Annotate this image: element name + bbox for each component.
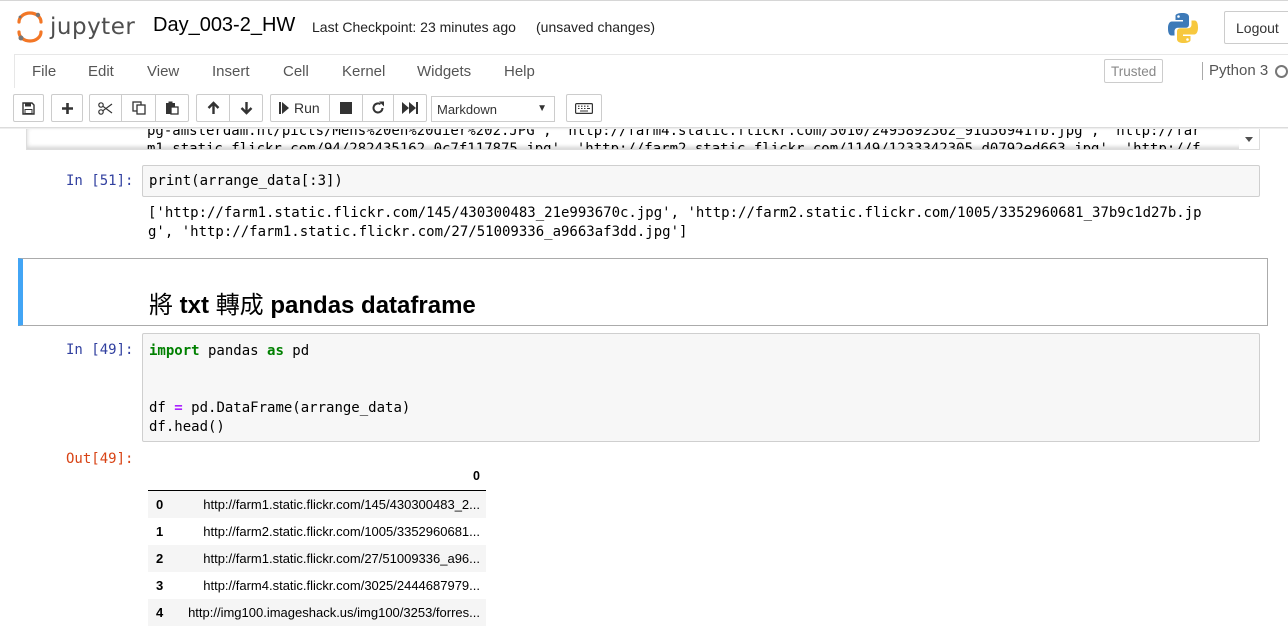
dataframe-row: 3 http://farm4.static.flickr.com/3025/24… xyxy=(148,572,486,599)
restart-kernel-button[interactable] xyxy=(362,94,394,122)
heading-text: txt xyxy=(179,292,210,319)
kernel-name: Python 3 xyxy=(1209,62,1269,79)
save-icon xyxy=(22,101,35,115)
output-line: m1.static.flickr.com/94/282435162_0c7f11… xyxy=(147,141,1201,150)
paste-icon xyxy=(166,101,179,115)
menu-help[interactable]: Help xyxy=(504,63,535,80)
menubar-container: File Edit View Insert Cell Kernel Widget… xyxy=(14,54,1288,88)
copy-button[interactable] xyxy=(121,94,156,122)
markdown-heading: 將 txt 轉成 pandas dataframe xyxy=(149,285,476,320)
logout-button[interactable]: Logout xyxy=(1224,11,1288,44)
dataframe-row: 2 http://farm1.static.flickr.com/27/5100… xyxy=(148,545,486,572)
scrolled-output-area[interactable]: pg-amsterdam.nl/picts/Mens%20en%20dier%2… xyxy=(26,129,1260,150)
dataframe-row: 4 http://img100.imageshack.us/img100/325… xyxy=(148,599,486,626)
menu-file[interactable]: File xyxy=(32,63,56,80)
row-value: http://farm2.static.flickr.com/1005/3352… xyxy=(203,524,480,539)
menu-edit[interactable]: Edit xyxy=(88,63,114,80)
run-button-label: Run xyxy=(294,100,320,116)
jupyter-logo-icon xyxy=(17,11,43,43)
caret-down-icon: ▼ xyxy=(537,103,547,114)
jupyter-logo[interactable]: jupyter xyxy=(16,11,135,43)
menubar: File Edit View Insert Cell Kernel Widget… xyxy=(0,54,1288,88)
fast-forward-icon xyxy=(402,102,418,114)
dataframe-row: 1 http://farm2.static.flickr.com/1005/33… xyxy=(148,518,486,545)
row-value: http://img100.imageshack.us/img100/3253/… xyxy=(188,605,480,620)
row-value: http://farm1.static.flickr.com/145/43030… xyxy=(203,497,480,512)
dataframe-row: 0 http://farm1.static.flickr.com/145/430… xyxy=(148,491,486,518)
run-button[interactable]: Run xyxy=(270,94,330,122)
input-prompt: In [49]: xyxy=(66,342,134,358)
stream-output-line: ['http://farm1.static.flickr.com/145/430… xyxy=(148,205,1202,221)
heading-text: pandas dataframe xyxy=(270,292,476,319)
header-bar: jupyter Day_003-2_HW Last Checkpoint: 23… xyxy=(0,0,1288,54)
output-prompt: Out[49]: xyxy=(66,451,134,467)
menu-kernel[interactable]: Kernel xyxy=(342,63,385,80)
row-index: 4 xyxy=(156,605,164,620)
menu-insert[interactable]: Insert xyxy=(212,63,250,80)
arrow-up-icon xyxy=(207,101,219,114)
code-line: df.head() xyxy=(149,419,225,435)
menu-cell[interactable]: Cell xyxy=(283,63,309,80)
row-value: http://farm1.static.flickr.com/27/510093… xyxy=(203,551,480,566)
paste-button[interactable] xyxy=(155,94,189,122)
code-cell-input[interactable]: import pandas as pd df = pd.DataFrame(ar… xyxy=(142,333,1260,442)
stream-output-line: g', 'http://farm1.static.flickr.com/27/5… xyxy=(148,224,688,240)
heading-text: 將 xyxy=(149,292,173,319)
copy-icon xyxy=(131,101,146,115)
notebook-name[interactable]: Day_003-2_HW xyxy=(153,14,295,37)
keyboard-icon xyxy=(575,102,593,114)
code-line: df = pd.DataFrame(arrange_data) xyxy=(149,400,411,416)
dataframe-header: 0 xyxy=(148,465,486,491)
kernel-idle-icon xyxy=(1275,65,1288,78)
arrow-down-icon xyxy=(240,102,252,115)
python-logo-icon xyxy=(1166,11,1200,50)
cut-button[interactable] xyxy=(89,94,122,122)
markdown-cell[interactable]: 將 txt 轉成 pandas dataframe xyxy=(18,258,1268,326)
move-down-button[interactable] xyxy=(229,94,263,122)
checkpoint-status: Last Checkpoint: 23 minutes ago xyxy=(312,19,516,35)
output-line: pg-amsterdam.nl/picts/Mens%20en%20dier%2… xyxy=(147,129,1201,139)
notebook-container[interactable]: pg-amsterdam.nl/picts/Mens%20en%20dier%2… xyxy=(0,129,1288,641)
plus-icon xyxy=(61,102,73,114)
save-button[interactable] xyxy=(13,94,44,122)
toolbar: Run xyxy=(0,88,1288,128)
jupyter-logo-text: jupyter xyxy=(50,14,136,40)
autosave-status: (unsaved changes) xyxy=(536,19,656,35)
refresh-icon xyxy=(372,101,384,114)
scroll-down-arrow-icon xyxy=(1245,137,1253,142)
output-scrollbar[interactable] xyxy=(1239,129,1259,149)
insert-cell-button[interactable] xyxy=(51,94,83,122)
row-value: http://farm4.static.flickr.com/3025/2444… xyxy=(203,578,480,593)
stop-icon xyxy=(340,102,352,114)
heading-text: 轉成 xyxy=(215,292,264,319)
row-index: 1 xyxy=(156,524,164,539)
input-prompt: In [51]: xyxy=(66,173,134,189)
trusted-indicator[interactable]: Trusted xyxy=(1104,59,1164,83)
cell-type-value: Markdown xyxy=(437,101,497,117)
scissors-icon xyxy=(98,101,113,115)
dataframe-column-header: 0 xyxy=(473,469,480,483)
cell-type-select[interactable]: Markdown ▼ xyxy=(431,96,555,122)
row-index: 3 xyxy=(156,578,164,593)
interrupt-kernel-button[interactable] xyxy=(329,94,363,122)
kernel-divider xyxy=(1202,62,1203,80)
restart-run-all-button[interactable] xyxy=(393,94,427,122)
step-forward-icon xyxy=(279,102,289,114)
code-line: print(arrange_data[:3]) xyxy=(149,173,343,189)
menu-widgets[interactable]: Widgets xyxy=(417,63,471,80)
move-up-button[interactable] xyxy=(196,94,230,122)
code-line: import pandas as pd xyxy=(149,343,310,359)
row-index: 2 xyxy=(156,551,164,566)
menu-view[interactable]: View xyxy=(147,63,179,80)
row-index: 0 xyxy=(156,497,164,512)
command-palette-button[interactable] xyxy=(566,94,602,122)
code-cell-input[interactable]: print(arrange_data[:3]) xyxy=(142,165,1260,197)
